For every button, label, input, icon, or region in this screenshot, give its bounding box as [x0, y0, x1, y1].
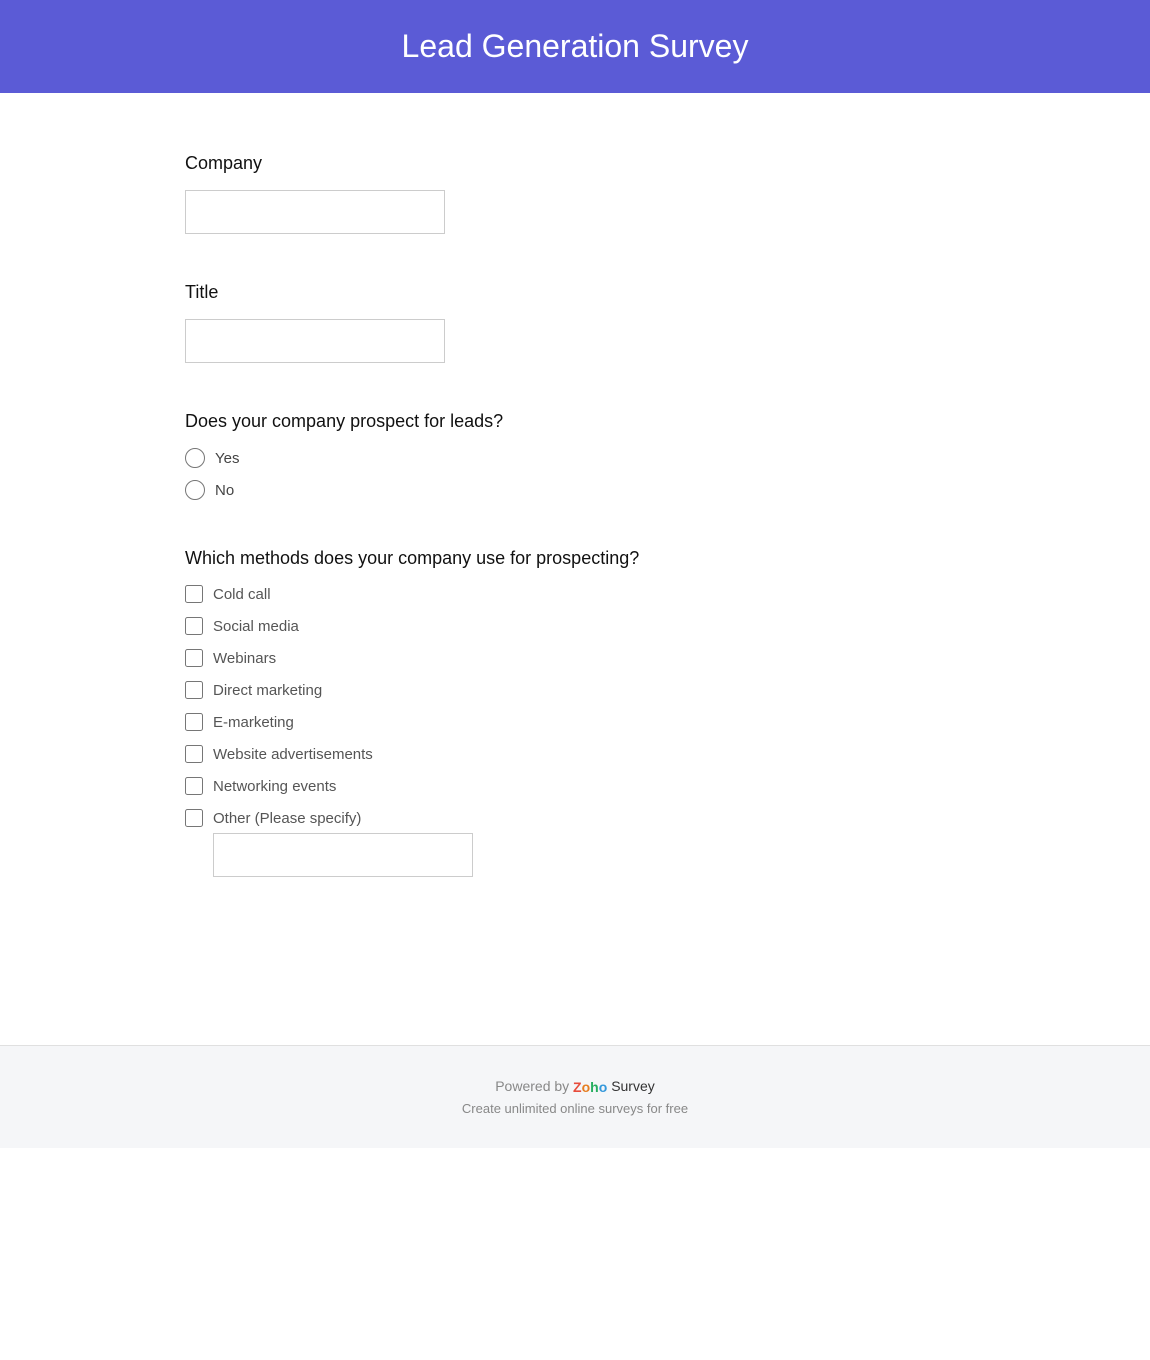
checkbox-website-ads-label[interactable]: Website advertisements — [213, 746, 373, 763]
checkbox-option-e-marketing[interactable]: E-marketing — [185, 713, 965, 731]
footer-tagline: Create unlimited online surveys for free — [20, 1101, 1130, 1116]
checkbox-networking[interactable] — [185, 777, 203, 795]
powered-by-text: Powered by — [495, 1078, 569, 1094]
checkbox-e-marketing[interactable] — [185, 713, 203, 731]
footer: Powered by Zoho Survey Create unlimited … — [0, 1045, 1150, 1148]
zoho-letter-z: Z — [573, 1079, 582, 1095]
checkbox-social-media[interactable] — [185, 617, 203, 635]
footer-powered-line: Powered by Zoho Survey — [20, 1078, 1130, 1095]
survey-label: Survey — [611, 1078, 655, 1094]
checkbox-option-social-media[interactable]: Social media — [185, 617, 965, 635]
methods-checkbox-group: Cold call Social media Webinars Direct m… — [185, 585, 965, 877]
title-input[interactable] — [185, 319, 445, 363]
checkbox-cold-call-label[interactable]: Cold call — [213, 586, 271, 603]
zoho-letter-o1: o — [582, 1079, 591, 1095]
checkbox-direct-marketing[interactable] — [185, 681, 203, 699]
radio-yes-input[interactable] — [185, 448, 205, 468]
checkbox-cold-call[interactable] — [185, 585, 203, 603]
checkbox-social-media-label[interactable]: Social media — [213, 618, 299, 635]
checkbox-other-label[interactable]: Other (Please specify) — [213, 810, 361, 827]
company-input[interactable] — [185, 190, 445, 234]
prospect-section: Does your company prospect for leads? Ye… — [185, 411, 965, 500]
company-section: Company — [185, 153, 965, 234]
checkbox-option-networking[interactable]: Networking events — [185, 777, 965, 795]
radio-no-input[interactable] — [185, 480, 205, 500]
checkbox-option-other[interactable]: Other (Please specify) — [185, 809, 965, 827]
checkbox-webinars[interactable] — [185, 649, 203, 667]
zoho-logo: Zoho — [573, 1079, 607, 1095]
checkbox-option-direct-marketing[interactable]: Direct marketing — [185, 681, 965, 699]
checkbox-e-marketing-label[interactable]: E-marketing — [213, 714, 294, 731]
checkbox-webinars-label[interactable]: Webinars — [213, 650, 276, 667]
radio-option-no[interactable]: No — [185, 480, 965, 500]
checkbox-other[interactable] — [185, 809, 203, 827]
title-label: Title — [185, 282, 965, 303]
methods-section: Which methods does your company use for … — [185, 548, 965, 877]
company-label: Company — [185, 153, 965, 174]
form-container: Company Title Does your company prospect… — [125, 93, 1025, 965]
title-section: Title — [185, 282, 965, 363]
radio-yes-label[interactable]: Yes — [215, 450, 239, 467]
checkbox-website-ads[interactable] — [185, 745, 203, 763]
radio-option-yes[interactable]: Yes — [185, 448, 965, 468]
zoho-letter-o2: o — [599, 1079, 608, 1095]
checkbox-networking-label[interactable]: Networking events — [213, 778, 336, 795]
other-specify-input[interactable] — [213, 833, 473, 877]
checkbox-direct-marketing-label[interactable]: Direct marketing — [213, 682, 322, 699]
checkbox-option-website-ads[interactable]: Website advertisements — [185, 745, 965, 763]
checkbox-option-webinars[interactable]: Webinars — [185, 649, 965, 667]
prospect-label: Does your company prospect for leads? — [185, 411, 965, 432]
zoho-letter-h: h — [590, 1079, 599, 1095]
checkbox-option-other-wrapper: Other (Please specify) — [185, 809, 965, 877]
page-title: Lead Generation Survey — [402, 28, 749, 65]
prospect-radio-group: Yes No — [185, 448, 965, 500]
radio-no-label[interactable]: No — [215, 482, 234, 499]
checkbox-option-cold-call[interactable]: Cold call — [185, 585, 965, 603]
methods-label: Which methods does your company use for … — [185, 548, 965, 569]
page-header: Lead Generation Survey — [0, 0, 1150, 93]
